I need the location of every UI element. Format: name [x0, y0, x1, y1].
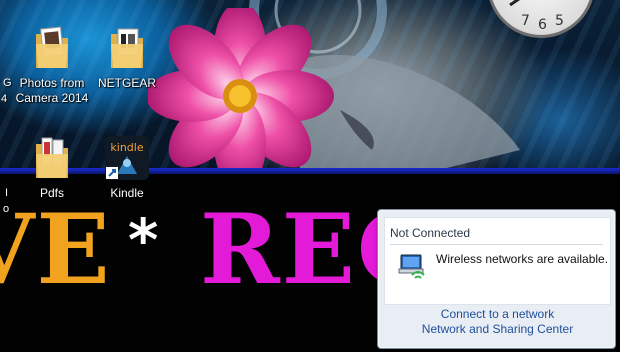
folder-icon: [36, 137, 68, 178]
clock-number-6: 6: [538, 17, 547, 33]
desktop-icon-netgear[interactable]: NETGEAR: [81, 24, 173, 91]
kindle-shortcut-icon: kindle: [105, 136, 149, 180]
folder-icon: [111, 28, 143, 68]
folder-icon: [36, 26, 68, 68]
flower-image: [148, 8, 334, 188]
wireless-network-icon: [398, 254, 425, 279]
connect-to-network-link[interactable]: Connect to a network: [378, 307, 615, 322]
popup-title: Not Connected: [390, 226, 471, 240]
popup-message: Wireless networks are available.: [436, 252, 609, 266]
popup-divider: [390, 244, 603, 245]
partial-icon-label[interactable]: o: [3, 202, 9, 217]
popup-links: Connect to a network Network and Sharing…: [378, 307, 615, 337]
clock-number-5: 5: [555, 13, 564, 29]
network-sharing-center-link[interactable]: Network and Sharing Center: [378, 322, 615, 337]
network-status-popup: Not Connected Wireless networks are avai…: [377, 209, 616, 349]
desktop-icon-kindle[interactable]: kindle Kindle: [81, 134, 173, 201]
wallpaper-asterisk: *: [128, 206, 159, 274]
desktop-icon-label: Kindle: [110, 186, 144, 200]
svg-text:kindle: kindle: [110, 141, 143, 154]
clock-number-7: 7: [521, 13, 530, 29]
desktop-icon-label: NETGEAR: [97, 76, 156, 90]
clock-gadget[interactable]: 7 6 5: [487, 0, 595, 38]
wallpaper-letters-left: VE: [0, 193, 112, 306]
clock-face-icon: 7 6 5: [509, 0, 564, 33]
